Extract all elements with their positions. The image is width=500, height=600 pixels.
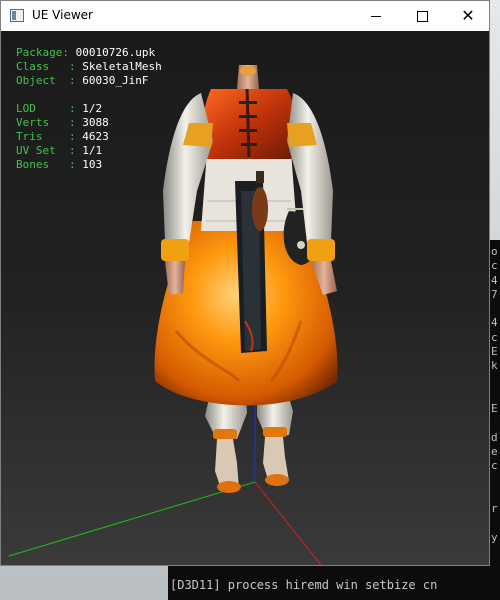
window-title: UE Viewer — [32, 8, 93, 22]
console-char: o — [491, 245, 498, 258]
console-char — [490, 474, 500, 488]
info-bones: Bones : 103 — [16, 158, 103, 171]
console-char: e — [491, 445, 498, 459]
mesh-info-panel: Package: 00010726.upk Class : SkeletalMe… — [16, 46, 162, 172]
console-char — [490, 545, 500, 559]
app-icon — [10, 9, 24, 22]
title-bar[interactable]: UE Viewer ✕ — [1, 1, 489, 31]
minimize-icon — [371, 15, 381, 17]
console-char: 7 — [491, 287, 498, 301]
console-char: 4 — [491, 273, 498, 287]
console-line: [D3D11] process hiremd win setbize cn — [170, 578, 438, 592]
x-axis-line — [254, 481, 322, 565]
console-text-column: oc47 4cEk E dec r y oc — [490, 245, 500, 565]
maximize-icon — [416, 10, 428, 22]
console-char: c — [491, 459, 498, 473]
ue-viewer-window: UE Viewer ✕ Package: 00010726.upk Class … — [0, 0, 490, 566]
info-lod: LOD : 1/2 — [16, 102, 103, 115]
console-char: E — [491, 345, 498, 359]
3d-viewport[interactable]: Package: 00010726.upk Class : SkeletalMe… — [1, 31, 489, 565]
maximize-button[interactable] — [399, 1, 445, 31]
info-verts: Verts : 3088 — [16, 116, 109, 129]
info-package: Package: 00010726.upk — [16, 46, 156, 59]
console-char: r — [491, 502, 498, 516]
console-char: 4 — [491, 316, 498, 330]
console-char: k — [491, 359, 498, 373]
console-char — [490, 417, 500, 431]
info-object: Object : 60030_JinF — [16, 74, 149, 87]
console-char — [490, 388, 500, 402]
console-char — [490, 374, 500, 388]
console-char: y — [491, 530, 498, 544]
minimize-button[interactable] — [353, 1, 399, 31]
y-axis-line — [8, 481, 256, 557]
console-output: [D3D11] process hiremd win setbize cn — [168, 566, 500, 600]
console-char: E — [491, 402, 498, 416]
console-char — [490, 488, 500, 502]
console-char: c — [491, 330, 498, 344]
close-icon: ✕ — [461, 6, 475, 25]
console-char — [490, 560, 500, 565]
info-tris: Tris : 4623 — [16, 130, 109, 143]
console-char — [490, 517, 500, 531]
info-uvset: UV Set : 1/1 — [16, 144, 103, 157]
console-char: d — [491, 430, 498, 444]
console-char — [490, 302, 500, 316]
info-class: Class : SkeletalMesh — [16, 60, 162, 73]
console-char: c — [491, 259, 498, 273]
close-button[interactable]: ✕ — [445, 1, 491, 31]
